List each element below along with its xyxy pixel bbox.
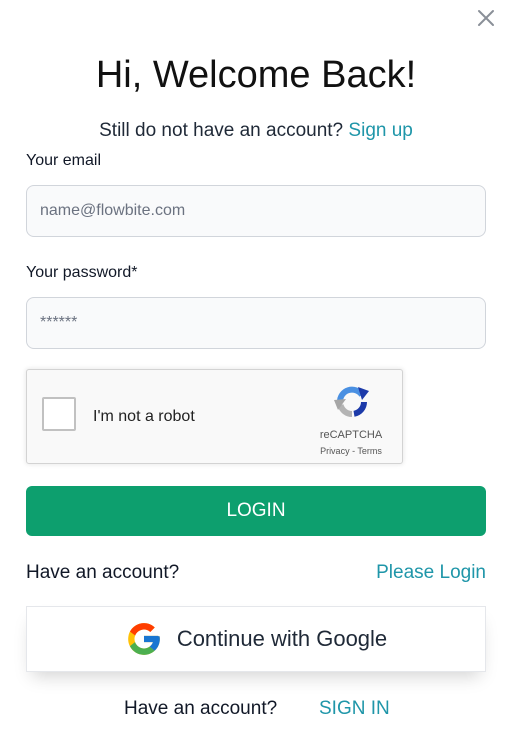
signup-link[interactable]: Sign up [348, 120, 412, 141]
close-icon[interactable] [477, 9, 495, 27]
recaptcha-checkbox[interactable] [42, 397, 76, 431]
signup-prompt-text: Still do not have an account? [99, 120, 344, 141]
google-icon [125, 620, 163, 658]
recaptcha-terms-link[interactable]: Terms [357, 446, 382, 456]
email-label: Your email [26, 152, 102, 169]
recaptcha-logo-icon [334, 386, 369, 417]
page-title: Hi, Welcome Back! [95, 54, 417, 96]
have-account-text: Have an account? [26, 562, 180, 583]
continue-with-google-button[interactable]: Continue with Google [26, 606, 486, 672]
recaptcha-brand: reCAPTCHA [319, 429, 383, 441]
email-field[interactable] [26, 185, 486, 237]
close-button[interactable] [474, 6, 498, 30]
footer-have-account-text: Have an account? [124, 698, 278, 719]
recaptcha-widget: I'm not a robot reCAPTCHA Privacy - Term… [26, 369, 403, 464]
password-label: Your password* [26, 264, 138, 281]
recaptcha-privacy-link[interactable]: Privacy [320, 446, 350, 456]
google-button-label: Continue with Google [176, 626, 388, 651]
password-field[interactable] [26, 297, 486, 349]
signup-prompt: Still do not have an account? Sign up [0, 119, 512, 143]
please-login-link[interactable]: Please Login [376, 561, 486, 585]
login-button[interactable]: LOGIN [26, 486, 486, 536]
recaptcha-links: Privacy - Terms [301, 445, 401, 457]
sign-in-link[interactable]: SIGN IN [319, 697, 390, 721]
recaptcha-label: I'm not a robot [93, 408, 195, 425]
